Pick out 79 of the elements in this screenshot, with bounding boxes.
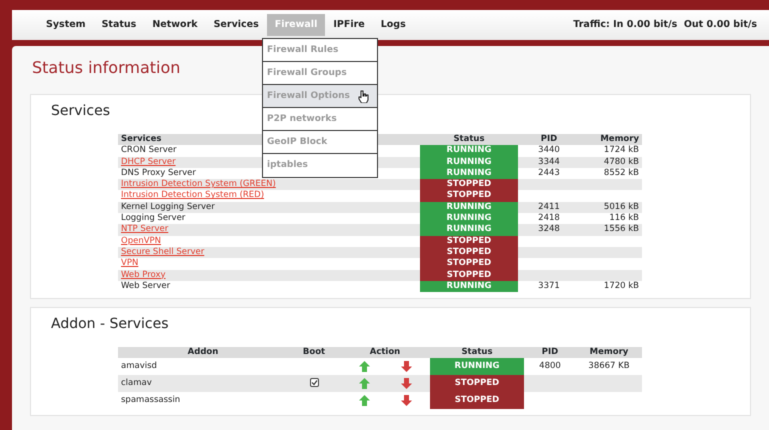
column-header: Action <box>340 347 430 358</box>
service-name: Web Server <box>121 280 170 291</box>
status-badge: STOPPED <box>420 236 518 247</box>
addon-name: spamassassin <box>121 395 180 406</box>
up-arrow-icon[interactable] <box>358 361 370 372</box>
service-name: Kernel Logging Server <box>121 202 215 212</box>
status-badge: RUNNING <box>420 213 518 224</box>
menu-item[interactable]: GeoIP Block <box>263 131 377 154</box>
pid-value: 2411 <box>538 202 560 212</box>
pid-value: 2418 <box>538 213 560 224</box>
column-header: Status <box>430 347 524 358</box>
status-badge: STOPPED <box>420 179 518 190</box>
memory-value: 4780 kB <box>604 156 639 167</box>
service-name: Logging Server <box>121 213 186 224</box>
service-link[interactable]: Intrusion Detection System (RED) <box>121 190 264 200</box>
status-badge: RUNNING <box>420 145 518 157</box>
pid-value: 3344 <box>538 156 560 167</box>
page-title: Status information <box>32 57 180 79</box>
panel-title: Addon - Services <box>51 315 169 334</box>
memory-value: 1720 kB <box>604 280 639 291</box>
pid-value: 3248 <box>538 224 560 234</box>
up-arrow-icon[interactable] <box>358 395 370 406</box>
down-arrow-icon[interactable] <box>400 395 412 406</box>
nav-tab[interactable]: Services <box>206 14 267 36</box>
nav-tab[interactable]: Firewall <box>266 14 326 36</box>
status-badge: RUNNING <box>420 280 518 292</box>
memory-value: 8552 kB <box>604 168 639 178</box>
column-header: Memory <box>580 134 642 146</box>
pid-value: 2443 <box>538 168 560 178</box>
menu-item[interactable]: Firewall Rules <box>263 39 377 62</box>
status-badge: STOPPED <box>430 392 524 410</box>
up-arrow-icon[interactable] <box>358 378 370 390</box>
nav-tab[interactable]: IPFire <box>325 14 373 36</box>
memory-value: 1724 kB <box>604 145 639 156</box>
nav-tab[interactable]: System <box>38 14 94 36</box>
down-arrow-icon[interactable] <box>400 378 412 390</box>
hand-cursor-icon <box>358 90 369 103</box>
column-header: Addon <box>118 347 288 358</box>
status-badge: STOPPED <box>420 270 518 281</box>
column-header: PID <box>524 347 576 358</box>
status-badge: STOPPED <box>420 190 518 202</box>
nav-tab[interactable]: Status <box>94 14 144 36</box>
status-badge: STOPPED <box>420 246 518 258</box>
status-badge: RUNNING <box>430 358 524 376</box>
memory-value: 116 kB <box>609 213 639 224</box>
service-name: DNS Proxy Server <box>121 168 196 178</box>
addon-name: amavisd <box>121 361 157 372</box>
menu-item[interactable]: Firewall Options <box>263 85 377 108</box>
service-link[interactable]: Web Proxy <box>121 270 166 280</box>
status-badge: RUNNING <box>420 156 518 168</box>
down-arrow-icon[interactable] <box>400 361 412 372</box>
menu-item[interactable]: iptables <box>263 154 377 177</box>
service-link[interactable]: DHCP Server <box>121 156 176 167</box>
service-link[interactable]: VPN <box>121 258 138 268</box>
menu-item[interactable]: P2P networks <box>263 108 377 131</box>
service-link[interactable]: OpenVPN <box>121 236 162 246</box>
pid-value: 4800 <box>539 361 561 372</box>
service-name: CRON Server <box>121 145 176 156</box>
status-badge: RUNNING <box>420 168 518 180</box>
service-link[interactable]: NTP Server <box>121 224 168 234</box>
pid-value: 3440 <box>538 145 560 156</box>
nav-tab[interactable]: Network <box>144 14 206 36</box>
panel-title: Services <box>51 102 110 121</box>
nav-tab[interactable]: Logs <box>372 14 414 36</box>
column-header: PID <box>518 134 580 146</box>
status-badge: STOPPED <box>430 375 524 392</box>
status-badge: RUNNING <box>420 202 518 214</box>
memory-value: 5016 kB <box>604 202 639 212</box>
status-badge: STOPPED <box>420 258 518 270</box>
column-header: Status <box>420 134 518 146</box>
memory-value: 1556 kB <box>604 224 639 234</box>
status-badge: RUNNING <box>420 224 518 236</box>
column-header: Boot <box>288 347 340 358</box>
boot-checkbox[interactable] <box>310 378 318 388</box>
memory-value: 38667 KB <box>588 361 630 372</box>
column-header: Memory <box>576 347 642 358</box>
addon-name: clamav <box>121 378 152 388</box>
traffic-status: Traffic: In 0.00 bit/s Out 0.00 bit/s <box>573 18 758 32</box>
pid-value: 3371 <box>538 280 560 291</box>
